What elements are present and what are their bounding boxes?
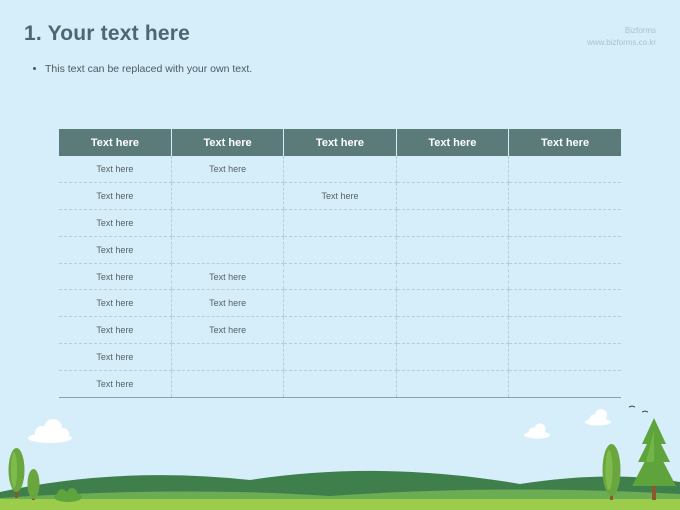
- table-row: Text here Text here: [59, 289, 621, 318]
- table-cell: Text here: [59, 182, 172, 211]
- bullet-text: This text can be replaced with your own …: [45, 63, 253, 75]
- page-title: 1. Your text here: [24, 22, 191, 45]
- brand-watermark: Bizforms www.bizforms.co.kr: [587, 25, 656, 49]
- table-header-cell: Text here: [59, 129, 172, 156]
- table-cell: [395, 182, 509, 211]
- table-cell: Text here: [170, 156, 284, 184]
- landscape-illustration: [0, 405, 680, 510]
- table-cell: Text here: [59, 263, 172, 291]
- table-cell: Text here: [59, 236, 172, 264]
- table-cell: [283, 236, 397, 264]
- table-cell: Text here: [170, 289, 284, 318]
- table-cell: Text here: [59, 209, 172, 237]
- bullet-dot-icon: [33, 66, 36, 70]
- table-cell: [283, 343, 397, 371]
- table-cell: Text here: [283, 182, 397, 211]
- table-cell: Text here: [170, 316, 284, 345]
- table-header-cell: Text here: [170, 129, 284, 156]
- table-cell: [170, 236, 284, 264]
- cloud-icon: [28, 419, 72, 443]
- table-cell: [508, 209, 621, 237]
- table-row: Text here Text here: [59, 263, 621, 291]
- table-cell: [508, 182, 621, 211]
- table-cell: [395, 316, 509, 345]
- table-row: Text here Text here: [59, 182, 621, 211]
- table-row: Text here: [59, 370, 621, 398]
- table-row: Text here: [59, 209, 621, 237]
- table-cell: Text here: [59, 370, 172, 398]
- ground-strip: [0, 499, 680, 510]
- table-cell: [508, 156, 621, 184]
- table-cell: [395, 209, 509, 237]
- table-cell: [508, 316, 621, 345]
- table-header-cell: Text here: [283, 129, 397, 156]
- table-cell: [395, 263, 509, 291]
- table-cell: [395, 156, 509, 184]
- table-cell: [283, 289, 397, 318]
- table-cell: [508, 343, 621, 371]
- brand-url: www.bizforms.co.kr: [587, 38, 656, 47]
- table-cell: [283, 263, 397, 291]
- table-cell: [283, 156, 397, 184]
- table-row: Text here Text here: [59, 156, 621, 184]
- table-cell: Text here: [59, 289, 172, 318]
- table-cell: [508, 370, 621, 398]
- table-cell: [170, 182, 284, 211]
- table-cell: Text here: [59, 343, 172, 371]
- cloud-icon: [524, 423, 550, 439]
- table-cell: Text here: [59, 316, 172, 345]
- table-header-cell: Text here: [508, 129, 621, 156]
- slide: 1. Your text here Bizforms www.bizforms.…: [0, 0, 680, 510]
- bullet-point: This text can be replaced with your own …: [33, 63, 252, 75]
- table-row: Text here Text here: [59, 316, 621, 345]
- table-cell: [170, 370, 284, 398]
- table-cell: [283, 370, 397, 398]
- table-cell: [395, 236, 509, 264]
- table-cell: [283, 209, 397, 237]
- table-cell: [283, 316, 397, 345]
- table-row: Text here: [59, 343, 621, 371]
- data-table: Text here Text here Text here Text here …: [59, 129, 621, 398]
- table-cell: [170, 343, 284, 371]
- table-header-cell: Text here: [395, 129, 509, 156]
- table-cell: [508, 236, 621, 264]
- table-cell: [395, 343, 509, 371]
- table-cell: Text here: [170, 263, 284, 291]
- table-cell: [508, 263, 621, 291]
- cloud-icon: [585, 409, 611, 426]
- table-cell: [395, 289, 509, 318]
- bird-icon: [628, 405, 636, 408]
- table-cell: Text here: [59, 156, 172, 184]
- table-cell: [170, 209, 284, 237]
- table-header-row: Text here Text here Text here Text here …: [59, 129, 621, 156]
- table-cell: [395, 370, 509, 398]
- table-cell: [508, 289, 621, 318]
- bird-icon: [641, 410, 649, 413]
- table-row: Text here: [59, 236, 621, 264]
- brand-name: Bizforms: [624, 26, 656, 35]
